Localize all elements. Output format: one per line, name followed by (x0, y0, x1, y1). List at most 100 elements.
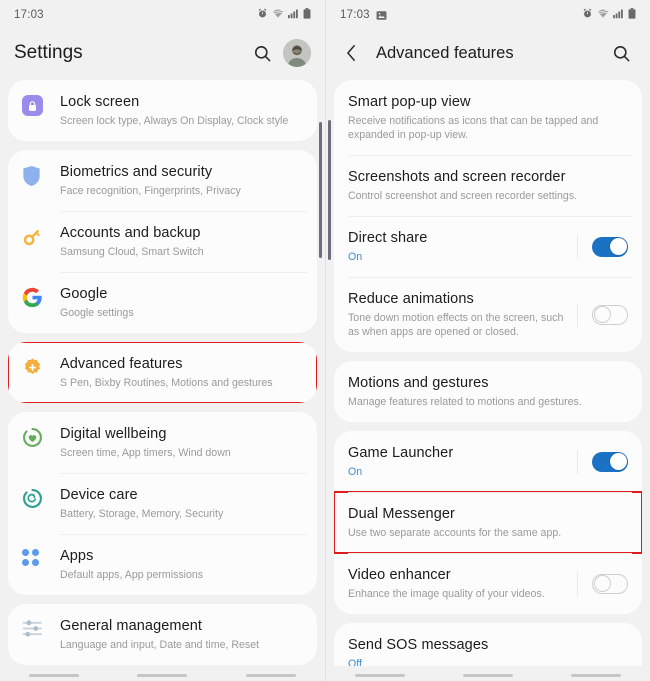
list-item[interactable]: Dual Messenger Use two separate accounts … (334, 491, 642, 554)
list-item-title: Accounts and backup (60, 225, 201, 241)
list-item-subtitle: Google settings (60, 307, 134, 319)
google-icon (22, 285, 60, 308)
status-bar-left: 17:03 (0, 0, 325, 30)
search-icon[interactable] (606, 38, 636, 68)
list-item-text: Direct share On (348, 229, 567, 264)
search-icon[interactable] (247, 38, 277, 68)
list-item-text: Reduce animations Tone down motion effect… (348, 290, 567, 339)
list-item[interactable]: Smart pop-up view Receive notifications a… (334, 80, 642, 155)
advanced-features-app-bar: Advanced features (326, 30, 650, 76)
shield-icon (22, 163, 60, 187)
list-item-subtitle: On (348, 466, 363, 478)
navigation-bar-right (326, 666, 650, 681)
toggle-divider (577, 449, 578, 474)
device-care-icon (22, 486, 60, 509)
settings-list: Lock screen Screen lock type, Always On D… (0, 80, 325, 665)
settings-card: Game Launcher On Dual Messenger Use two sep… (334, 431, 642, 614)
nav-pill[interactable] (571, 673, 621, 678)
toggle-knob (609, 238, 627, 255)
list-item-subtitle: Language and input, Date and time, Reset (60, 639, 260, 651)
navigation-bar-left (0, 666, 325, 681)
list-item-text: Digital wellbeing Screen time, App timers… (60, 425, 303, 460)
list-item-title: Motions and gestures (348, 375, 489, 391)
advanced-features-screen: 17:03 Advanced features Smart pop-up vie… (325, 0, 650, 681)
list-item-text: Advanced features S Pen, Bixby Routines, … (60, 355, 303, 390)
list-item-title: Biometrics and security (60, 164, 213, 180)
nav-pill[interactable] (463, 673, 513, 678)
battery-icon (303, 6, 311, 24)
nav-pill[interactable] (29, 673, 80, 678)
list-item-title: Device care (60, 487, 138, 503)
wellbeing-heart-icon (22, 425, 60, 448)
list-item-title: Smart pop-up view (348, 94, 471, 110)
scrollbar-left[interactable] (319, 122, 322, 258)
list-item[interactable]: Advanced features S Pen, Bixby Routines, … (8, 342, 317, 403)
scrollbar-right[interactable] (328, 120, 331, 260)
list-item[interactable]: Accounts and backup Samsung Cloud, Smart … (8, 211, 317, 272)
settings-card: Motions and gestures Manage features rela… (334, 361, 642, 422)
list-item[interactable]: Screenshots and screen recorder Control s… (334, 155, 642, 216)
list-item[interactable]: General management Language and input, Da… (8, 604, 317, 665)
advanced-features-scroll-area[interactable]: Smart pop-up view Receive notifications a… (326, 80, 650, 681)
status-time: 17:03 (14, 9, 44, 21)
list-item-text: Lock screen Screen lock type, Always On D… (60, 93, 303, 128)
list-item[interactable]: Reduce animations Tone down motion effect… (334, 277, 642, 352)
toggle-knob (609, 453, 627, 470)
list-item-subtitle: S Pen, Bixby Routines, Motions and gestu… (60, 377, 273, 389)
settings-scroll-area[interactable]: Lock screen Screen lock type, Always On D… (0, 80, 325, 681)
list-item[interactable]: Video enhancer Enhance the image quality … (334, 553, 642, 614)
status-icons (257, 6, 311, 24)
gear-flower-icon (22, 355, 60, 378)
wifi-icon (272, 6, 284, 24)
toggle-knob (593, 306, 611, 323)
list-item-subtitle: Manage features related to motions and g… (348, 396, 582, 408)
list-item-title: Game Launcher (348, 445, 454, 461)
list-item[interactable]: Biometrics and security Face recognition,… (8, 150, 317, 211)
list-item-subtitle: Battery, Storage, Memory, Security (60, 508, 224, 520)
toggle-knob (593, 575, 611, 592)
list-item-toggle-area (567, 302, 628, 327)
list-item[interactable]: Game Launcher On (334, 431, 642, 492)
settings-app-bar: Settings (0, 30, 325, 76)
page-title: Advanced features (376, 43, 514, 62)
list-item-text: Video enhancer Enhance the image quality … (348, 566, 567, 601)
list-item[interactable]: Google Google settings (8, 272, 317, 333)
list-item-title: Reduce animations (348, 291, 474, 307)
settings-card: Smart pop-up view Receive notifications a… (334, 80, 642, 352)
back-chevron-icon[interactable] (340, 38, 362, 68)
settings-card: Advanced features S Pen, Bixby Routines, … (8, 342, 317, 403)
advanced-features-list: Smart pop-up view Receive notifications a… (326, 80, 650, 681)
toggle-divider (577, 571, 578, 596)
list-item[interactable]: Direct share On (334, 216, 642, 277)
list-item[interactable]: Apps Default apps, App permissions (8, 534, 317, 595)
nav-pill[interactable] (245, 673, 296, 678)
toggle-switch-on[interactable] (592, 451, 628, 472)
signal-icon (613, 6, 624, 24)
toggle-divider (577, 234, 578, 259)
battery-icon (628, 6, 636, 24)
sliders-icon (22, 617, 60, 638)
signal-icon (288, 6, 299, 24)
toggle-switch-off[interactable] (592, 304, 628, 325)
key-icon (22, 224, 60, 247)
list-item-title: Direct share (348, 230, 428, 246)
page-title: Settings (14, 42, 83, 63)
list-item[interactable]: Digital wellbeing Screen time, App timers… (8, 412, 317, 473)
list-item-title: Apps (60, 548, 94, 564)
alarm-icon (582, 6, 593, 24)
avatar[interactable] (283, 39, 311, 67)
nav-pill[interactable] (355, 673, 405, 678)
toggle-switch-off[interactable] (592, 573, 628, 594)
list-item-title: Lock screen (60, 94, 140, 110)
nav-pill[interactable] (137, 673, 188, 678)
list-item-text: Device care Battery, Storage, Memory, Sec… (60, 486, 303, 521)
list-item-text: Dual Messenger Use two separate accounts … (348, 505, 628, 540)
toggle-switch-on[interactable] (592, 236, 628, 257)
alarm-icon (257, 6, 268, 24)
toggle-divider (577, 302, 578, 327)
list-item-subtitle: Receive notifications as icons that can … (348, 115, 599, 141)
list-item[interactable]: Device care Battery, Storage, Memory, Sec… (8, 473, 317, 534)
list-item[interactable]: Motions and gestures Manage features rela… (334, 361, 642, 422)
list-item[interactable]: Lock screen Screen lock type, Always On D… (8, 80, 317, 141)
list-item-subtitle: Enhance the image quality of your videos… (348, 588, 545, 600)
